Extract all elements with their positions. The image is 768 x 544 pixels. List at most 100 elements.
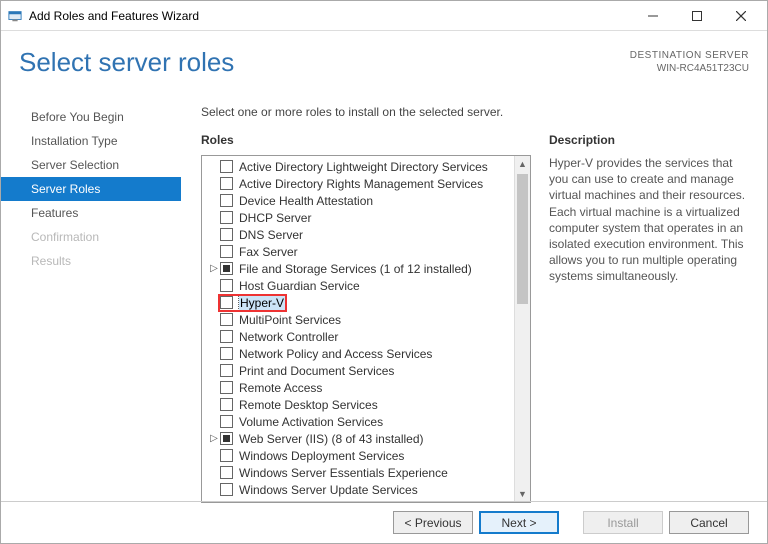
role-label: Remote Desktop Services — [239, 398, 378, 412]
instruction-text: Select one or more roles to install on t… — [201, 105, 749, 119]
role-checkbox[interactable] — [220, 228, 233, 241]
wizard-step-server-selection[interactable]: Server Selection — [1, 153, 181, 177]
role-active-directory-lightweight-directory-services[interactable]: Active Directory Lightweight Directory S… — [202, 158, 514, 175]
role-label: DHCP Server — [239, 211, 311, 225]
role-windows-server-update-services[interactable]: Windows Server Update Services — [202, 481, 514, 498]
role-checkbox[interactable] — [220, 381, 233, 394]
role-network-policy-and-access-services[interactable]: Network Policy and Access Services — [202, 345, 514, 362]
role-label: Device Health Attestation — [239, 194, 373, 208]
close-button[interactable] — [719, 2, 763, 30]
role-multipoint-services[interactable]: MultiPoint Services — [202, 311, 514, 328]
wizard-step-installation-type[interactable]: Installation Type — [1, 129, 181, 153]
scroll-up-arrow[interactable]: ▲ — [515, 156, 530, 172]
role-checkbox[interactable] — [220, 398, 233, 411]
content-panel: Select one or more roles to install on t… — [181, 93, 767, 503]
role-checkbox[interactable] — [220, 449, 233, 462]
role-label: Active Directory Rights Management Servi… — [239, 177, 483, 191]
previous-button[interactable]: < Previous — [393, 511, 473, 534]
titlebar: Add Roles and Features Wizard — [1, 1, 767, 31]
role-checkbox[interactable] — [220, 432, 233, 445]
role-label: MultiPoint Services — [239, 313, 341, 327]
role-volume-activation-services[interactable]: Volume Activation Services — [202, 413, 514, 430]
role-label: Fax Server — [239, 245, 298, 259]
role-print-and-document-services[interactable]: Print and Document Services — [202, 362, 514, 379]
role-checkbox[interactable] — [220, 313, 233, 326]
role-checkbox[interactable] — [220, 483, 233, 496]
maximize-button[interactable] — [675, 2, 719, 30]
role-checkbox[interactable] — [220, 330, 233, 343]
role-label: Print and Document Services — [239, 364, 394, 378]
wizard-header: Select server roles DESTINATION SERVER W… — [1, 31, 767, 93]
role-windows-server-essentials-experience[interactable]: Windows Server Essentials Experience — [202, 464, 514, 481]
role-remote-access[interactable]: Remote Access — [202, 379, 514, 396]
destination-server-info: DESTINATION SERVER WIN-RC4A51T23CU — [630, 49, 749, 75]
wizard-step-confirmation: Confirmation — [1, 225, 181, 249]
role-web-server-iis-8-of-43-installed[interactable]: ▷ Web Server (IIS) (8 of 43 installed) — [202, 430, 514, 447]
role-label: Host Guardian Service — [239, 279, 360, 293]
role-dhcp-server[interactable]: DHCP Server — [202, 209, 514, 226]
cancel-button[interactable]: Cancel — [669, 511, 749, 534]
role-dns-server[interactable]: DNS Server — [202, 226, 514, 243]
description-text: Hyper-V provides the services that you c… — [549, 155, 749, 285]
role-checkbox[interactable] — [220, 194, 233, 207]
scroll-down-arrow[interactable]: ▼ — [515, 486, 530, 502]
role-file-and-storage-services-1-of-12-installed[interactable]: ▷ File and Storage Services (1 of 12 inst… — [202, 260, 514, 277]
role-fax-server[interactable]: Fax Server — [202, 243, 514, 260]
role-label: Volume Activation Services — [239, 415, 383, 429]
role-checkbox[interactable] — [220, 296, 233, 309]
role-active-directory-rights-management-services[interactable]: Active Directory Rights Management Servi… — [202, 175, 514, 192]
role-checkbox[interactable] — [220, 211, 233, 224]
role-checkbox[interactable] — [220, 245, 233, 258]
role-checkbox[interactable] — [220, 347, 233, 360]
window-title: Add Roles and Features Wizard — [29, 9, 199, 23]
wizard-step-features[interactable]: Features — [1, 201, 181, 225]
role-device-health-attestation[interactable]: Device Health Attestation — [202, 192, 514, 209]
wizard-footer: < Previous Next > Install Cancel — [1, 501, 767, 543]
role-checkbox[interactable] — [220, 279, 233, 292]
destination-label: DESTINATION SERVER — [630, 49, 749, 62]
roles-list-box: Active Directory Lightweight Directory S… — [201, 155, 531, 503]
role-checkbox[interactable] — [220, 262, 233, 275]
role-remote-desktop-services[interactable]: Remote Desktop Services — [202, 396, 514, 413]
role-label: DNS Server — [239, 228, 303, 242]
expander-icon[interactable]: ▷ — [208, 433, 220, 444]
roles-scroll-area[interactable]: Active Directory Lightweight Directory S… — [202, 156, 514, 502]
role-label: Network Controller — [239, 330, 338, 344]
role-label: Hyper-V — [239, 296, 285, 310]
role-label: Windows Server Update Services — [239, 483, 418, 497]
wizard-body: Before You BeginInstallation TypeServer … — [1, 93, 767, 503]
expander-icon[interactable]: ▷ — [208, 263, 220, 274]
role-label: Active Directory Lightweight Directory S… — [239, 160, 488, 174]
wizard-app-icon — [7, 8, 23, 24]
description-column: Description Hyper-V provides the service… — [549, 133, 749, 503]
wizard-step-results: Results — [1, 249, 181, 273]
role-checkbox[interactable] — [220, 466, 233, 479]
role-checkbox[interactable] — [220, 364, 233, 377]
wizard-step-server-roles[interactable]: Server Roles — [1, 177, 181, 201]
scrollbar-thumb[interactable] — [517, 174, 528, 304]
role-windows-deployment-services[interactable]: Windows Deployment Services — [202, 447, 514, 464]
wizard-steps-sidebar: Before You BeginInstallation TypeServer … — [1, 93, 181, 503]
description-heading: Description — [549, 133, 749, 147]
role-label: Windows Server Essentials Experience — [239, 466, 448, 480]
roles-scrollbar[interactable]: ▲ ▼ — [514, 156, 530, 502]
role-checkbox[interactable] — [220, 177, 233, 190]
role-label: File and Storage Services (1 of 12 insta… — [239, 262, 472, 276]
role-hyper-v[interactable]: Hyper-V — [202, 294, 514, 311]
install-button[interactable]: Install — [583, 511, 663, 534]
minimize-button[interactable] — [631, 2, 675, 30]
role-network-controller[interactable]: Network Controller — [202, 328, 514, 345]
role-label: Windows Deployment Services — [239, 449, 404, 463]
role-label: Remote Access — [239, 381, 322, 395]
role-host-guardian-service[interactable]: Host Guardian Service — [202, 277, 514, 294]
destination-value: WIN-RC4A51T23CU — [630, 62, 749, 75]
role-label: Network Policy and Access Services — [239, 347, 432, 361]
role-checkbox[interactable] — [220, 160, 233, 173]
wizard-step-before-you-begin[interactable]: Before You Begin — [1, 105, 181, 129]
page-title: Select server roles — [19, 47, 234, 78]
roles-column: Roles Active Directory Lightweight Direc… — [201, 133, 531, 503]
next-button[interactable]: Next > — [479, 511, 559, 534]
role-label: Web Server (IIS) (8 of 43 installed) — [239, 432, 424, 446]
roles-heading: Roles — [201, 133, 531, 147]
role-checkbox[interactable] — [220, 415, 233, 428]
